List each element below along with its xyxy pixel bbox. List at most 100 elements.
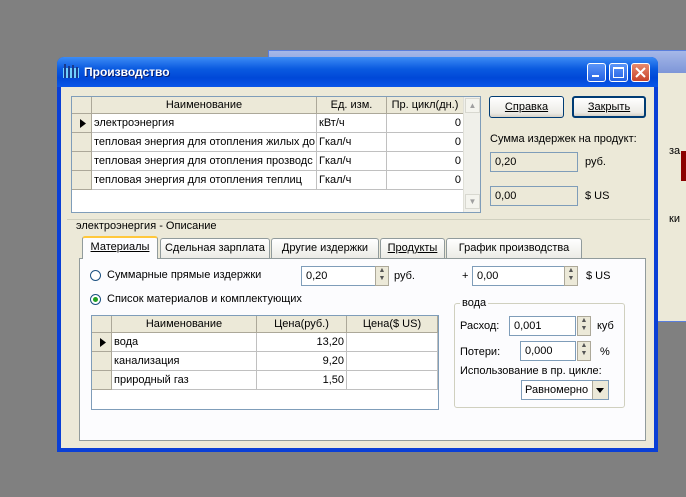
consumption-input[interactable]: 0,001	[509, 316, 576, 336]
materials-list-label[interactable]: Список материалов и комплектующих	[107, 293, 302, 305]
total-usd-spinner[interactable]: ▲ ▼	[564, 266, 578, 286]
table-cell[interactable]: электроэнергия	[92, 114, 317, 133]
production-window: Производство Наименование Ед. изм. Пр. ц…	[57, 57, 658, 452]
table-cell[interactable]: 0	[387, 114, 464, 133]
tab-strip: Материалы Сдельная зарплата Другие издер…	[79, 236, 644, 259]
tab-piece-wages[interactable]: Сдельная зарплата	[160, 238, 270, 258]
tab-label: Сдельная зарплата	[164, 242, 266, 254]
column-header-price-usd[interactable]: Цена($ US)	[347, 316, 438, 333]
table-cell[interactable]: Гкал/ч	[317, 133, 387, 152]
close-button-label: Закрыть	[587, 101, 631, 113]
total-rub-unit: руб.	[394, 270, 415, 282]
plus-sign: +	[462, 270, 469, 282]
total-cost-rub-field: 0,20	[490, 152, 578, 172]
table-cell[interactable]: 1,50	[257, 371, 347, 390]
row-indicator[interactable]	[92, 371, 112, 390]
water-group-title: вода	[460, 297, 489, 309]
total-usd-input[interactable]: 0,00	[472, 266, 578, 286]
chevron-down-icon	[596, 388, 604, 393]
minimize-button[interactable]	[587, 63, 606, 82]
table-cell[interactable]: кВт/ч	[317, 114, 387, 133]
column-header-price-rub[interactable]: Цена(руб.)	[257, 316, 347, 333]
tab-production-schedule[interactable]: График производства	[446, 238, 582, 258]
consumption-unit: куб	[597, 320, 614, 332]
tab-label: Материалы	[90, 241, 150, 253]
products-grid[interactable]: Наименование Ед. изм. Пр. цикл(дн.) элек…	[71, 96, 481, 213]
total-costs-radio[interactable]	[90, 270, 101, 281]
tab-other-costs[interactable]: Другие издержки	[271, 238, 379, 258]
tab-products[interactable]: Продукты	[380, 238, 445, 258]
consumption-spinner[interactable]: ▲ ▼	[577, 316, 591, 336]
background-window-text: ки	[669, 213, 680, 225]
table-cell[interactable]: тепловая энергия для отопления теплиц	[92, 171, 317, 190]
maximize-icon	[613, 67, 624, 78]
table-cell[interactable]	[347, 333, 438, 352]
total-rub-spinner[interactable]: ▲ ▼	[375, 266, 389, 286]
row-indicator[interactable]	[72, 133, 92, 152]
minimize-icon	[592, 75, 599, 77]
table-cell[interactable]: 0	[387, 171, 464, 190]
help-button[interactable]: Справка	[489, 96, 564, 118]
usage-select[interactable]: Равномерно	[521, 380, 609, 400]
table-cell[interactable]: 0	[387, 133, 464, 152]
description-label: электроэнергия - Описание	[75, 220, 218, 232]
materials-tab-page: Суммарные прямые издержки 0,20 ▲ ▼ руб. +…	[79, 258, 646, 441]
table-cell[interactable]: канализация	[112, 352, 257, 371]
row-indicator[interactable]	[72, 152, 92, 171]
table-cell[interactable]	[347, 371, 438, 390]
loss-unit: %	[600, 346, 610, 358]
close-window-button[interactable]	[631, 63, 650, 82]
background-window-red-element	[681, 151, 686, 181]
tab-label: График производства	[458, 242, 570, 254]
current-row-arrow-icon	[80, 119, 86, 128]
tab-label: Продукты	[387, 242, 438, 254]
row-indicator[interactable]	[72, 114, 92, 133]
total-cost-label: Сумма издержек на продукт:	[490, 133, 637, 145]
materials-list-radio[interactable]	[90, 294, 101, 305]
column-header-unit[interactable]: Ед. изм.	[317, 97, 387, 114]
background-window-text: за	[669, 145, 681, 157]
tab-materials[interactable]: Материалы	[82, 236, 158, 259]
grid-corner	[72, 97, 92, 114]
usd-unit-label: $ US	[585, 190, 610, 202]
current-row-arrow-icon	[100, 338, 106, 347]
table-cell[interactable]: 0	[387, 152, 464, 171]
scroll-up-arrow-icon[interactable]: ▲	[465, 98, 480, 113]
usage-select-value: Равномерно	[525, 384, 589, 396]
column-header-name[interactable]: Наименование	[92, 97, 317, 114]
row-indicator[interactable]	[92, 333, 112, 352]
total-costs-label[interactable]: Суммарные прямые издержки	[107, 269, 261, 281]
table-cell[interactable]: Гкал/ч	[317, 171, 387, 190]
rub-unit-label: руб.	[585, 156, 606, 168]
table-cell[interactable]: 9,20	[257, 352, 347, 371]
materials-grid[interactable]: Наименование Цена(руб.) Цена($ US) вода …	[91, 315, 439, 410]
table-cell[interactable]: тепловая энергия для отопления прозводс	[92, 152, 317, 171]
table-cell[interactable]: Гкал/ч	[317, 152, 387, 171]
close-icon	[635, 67, 646, 78]
help-button-label: Справка	[504, 101, 549, 113]
title-bar[interactable]: Производство	[57, 57, 658, 87]
loss-input[interactable]: 0,000	[520, 341, 576, 361]
scroll-down-arrow-icon[interactable]: ▼	[465, 194, 480, 209]
consumption-label: Расход:	[460, 320, 500, 332]
usage-label: Использование в пр. цикле:	[460, 365, 602, 377]
column-header-cycle[interactable]: Пр. цикл(дн.)	[387, 97, 464, 114]
total-cost-usd-field: 0,00	[490, 186, 578, 206]
table-cell[interactable]: природный газ	[112, 371, 257, 390]
column-header-name[interactable]: Наименование	[112, 316, 257, 333]
table-cell[interactable]: тепловая энергия для отопления жилых до	[92, 133, 317, 152]
loss-spinner[interactable]: ▲ ▼	[577, 341, 591, 361]
maximize-button[interactable]	[609, 63, 628, 82]
table-cell[interactable]: вода	[112, 333, 257, 352]
table-cell[interactable]	[347, 352, 438, 371]
grid-corner	[92, 316, 112, 333]
usage-dropdown-button[interactable]	[592, 381, 608, 399]
grid-vertical-scrollbar[interactable]: ▲ ▼	[463, 97, 480, 212]
table-cell[interactable]: 13,20	[257, 333, 347, 352]
row-indicator[interactable]	[72, 171, 92, 190]
total-usd-unit: $ US	[586, 270, 611, 282]
window-client-area: Наименование Ед. изм. Пр. цикл(дн.) элек…	[61, 87, 654, 448]
tab-label: Другие издержки	[281, 242, 369, 254]
close-button[interactable]: Закрыть	[572, 96, 646, 118]
row-indicator[interactable]	[92, 352, 112, 371]
